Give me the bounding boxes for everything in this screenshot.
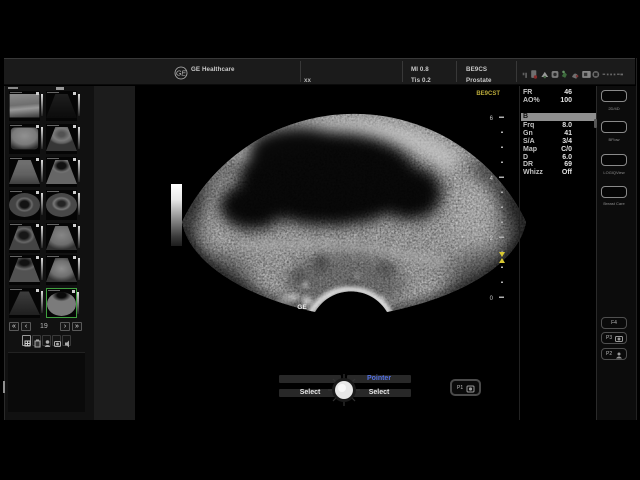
svg-text:GE: GE — [297, 304, 307, 311]
svg-text:GE: GE — [176, 71, 186, 78]
svg-text:0: 0 — [490, 296, 494, 302]
svg-text:6: 6 — [490, 116, 494, 122]
svg-text:BE9CST: BE9CST — [476, 91, 500, 97]
